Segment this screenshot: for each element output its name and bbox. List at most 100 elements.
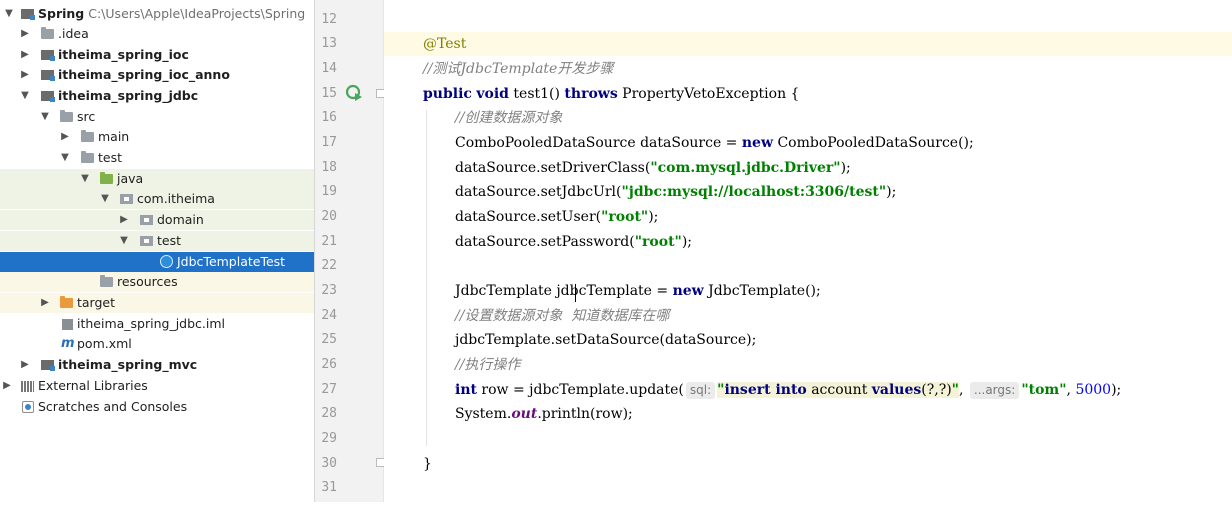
code-text: .println(row); — [537, 406, 633, 422]
code-line-30: } — [384, 452, 1232, 476]
tree-item-resources[interactable]: resources — [0, 272, 314, 292]
folder-icon — [81, 130, 94, 142]
chevron-down-icon[interactable]: ▼ — [19, 86, 31, 106]
code-text: , — [958, 382, 968, 398]
tree-item-label: java — [117, 171, 144, 186]
tree-item-jdbctemplatetest[interactable]: JdbcTemplateTest — [0, 252, 314, 272]
code-text: ); — [681, 234, 693, 250]
comment-text: //测试 — [423, 61, 461, 77]
tree-item-label: itheima_spring_jdbc.iml — [77, 316, 226, 331]
tree-item-label: External Libraries — [38, 378, 148, 393]
keyword: throws — [564, 86, 618, 102]
code-line-21: dataSource.setPassword("root"); — [384, 230, 1232, 254]
code-text: PropertyVetoException { — [617, 86, 800, 102]
tree-item-external-libraries[interactable]: ▶ External Libraries — [0, 376, 314, 396]
line-number: 18 — [321, 160, 337, 175]
tree-item-test-pkg[interactable]: ▼ test — [0, 231, 314, 251]
line-number: 24 — [321, 308, 337, 323]
tree-item-test[interactable]: ▼ test — [0, 148, 314, 168]
tree-item-ioc-anno[interactable]: ▶ itheima_spring_ioc_anno — [0, 65, 314, 85]
resources-folder-icon — [100, 275, 113, 287]
tree-item-label: itheima_spring_jdbc — [58, 88, 199, 103]
code-editor[interactable]: @Test //测试JdbcTemplate开发步骤 public void t… — [384, 0, 1232, 502]
code-text: ); — [886, 184, 897, 200]
tree-item-scratches[interactable]: Scratches and Consoles — [0, 397, 314, 417]
chevron-down-icon[interactable]: ▼ — [3, 4, 15, 24]
package-icon — [120, 194, 133, 204]
chevron-right-icon[interactable]: ▶ — [118, 210, 130, 230]
code-line-19: dataSource.setJdbcUrl("jdbc:mysql://loca… — [384, 180, 1232, 204]
folder-icon — [60, 296, 73, 308]
code-line-16: //创建数据源对象 — [384, 106, 1232, 130]
package-icon — [140, 215, 153, 225]
project-path: C:\Users\Apple\IdeaProjects\Spring — [88, 6, 306, 21]
text-caret — [575, 284, 576, 302]
chevron-right-icon[interactable]: ▶ — [19, 355, 31, 375]
tree-item-label: pom.xml — [77, 336, 132, 351]
tree-item-main[interactable]: ▶ main — [0, 127, 314, 147]
line-number: 17 — [321, 135, 337, 150]
tree-item-label: JdbcTemplateTest — [177, 254, 286, 269]
tree-item-label: test — [157, 233, 182, 248]
code-line-13: @Test — [384, 32, 1232, 56]
code-text: JdbcTemplate jdbcTemplate = — [455, 283, 673, 299]
tree-item-label: resources — [117, 274, 178, 289]
tree-item-ioc[interactable]: ▶ itheima_spring_ioc — [0, 45, 314, 65]
chevron-right-icon[interactable]: ▶ — [19, 65, 31, 85]
tree-item-com-itheima[interactable]: ▼ com.itheima — [0, 189, 314, 209]
tree-item-label: Scratches and Consoles — [38, 399, 188, 414]
annotation: @Test — [423, 36, 467, 52]
chevron-right-icon[interactable]: ▶ — [19, 45, 31, 65]
tree-item-idea[interactable]: ▶ .idea — [0, 24, 314, 44]
comment-text: //设置数据源对象 知道数据库在哪 — [455, 308, 670, 324]
tree-item-spring[interactable]: ▼ Spring C:\Users\Apple\IdeaProjects\Spri… — [0, 4, 314, 24]
chevron-down-icon[interactable]: ▼ — [39, 107, 51, 127]
chevron-right-icon[interactable]: ▶ — [59, 127, 71, 147]
run-test-icon[interactable] — [345, 84, 363, 102]
string-literal: "tom" — [1021, 382, 1067, 398]
code-text: } — [423, 456, 432, 472]
code-line-26: //执行操作 — [384, 353, 1232, 377]
chevron-down-icon[interactable]: ▼ — [79, 169, 91, 189]
folder-icon — [81, 151, 94, 163]
chevron-down-icon[interactable]: ▼ — [59, 148, 71, 168]
line-number: 16 — [321, 110, 337, 125]
comment-text: JdbcTemplate — [460, 61, 558, 77]
tree-item-label: itheima_spring_ioc — [58, 47, 189, 62]
keyword: new — [672, 283, 704, 299]
tree-item-label: test — [98, 150, 123, 165]
java-class-icon — [160, 255, 173, 268]
tree-item-label: Spring — [38, 6, 85, 21]
code-text: dataSource.setPassword( — [455, 234, 635, 250]
code-text: System. — [455, 406, 512, 422]
line-number: 12 — [321, 12, 337, 27]
code-line-15: public void test1() throws PropertyVetoE… — [384, 82, 1232, 106]
chevron-down-icon[interactable]: ▼ — [99, 189, 111, 209]
line-number: 19 — [321, 184, 337, 199]
keyword: public — [423, 86, 472, 102]
tree-item-pom[interactable]: m pom.xml — [0, 334, 314, 354]
string-literal: "root" — [601, 209, 649, 225]
tree-item-src[interactable]: ▼ src — [0, 107, 314, 127]
chevron-right-icon[interactable]: ▶ — [19, 24, 31, 44]
chevron-down-icon[interactable]: ▼ — [118, 231, 130, 251]
tree-item-java[interactable]: ▼ java — [0, 169, 314, 189]
line-number: 23 — [321, 283, 337, 298]
code-line-23: JdbcTemplate jdbcTemplate = new JdbcTemp… — [384, 279, 1232, 303]
code-line-24: //设置数据源对象 知道数据库在哪 — [384, 304, 1232, 328]
editor-gutter: 12 13 14 15 16 17 18 19 20 21 22 23 24 2… — [315, 0, 385, 502]
tree-item-jdbc[interactable]: ▼ itheima_spring_jdbc — [0, 86, 314, 106]
code-text: dataSource.setJdbcUrl( — [455, 184, 622, 200]
sql-string: "insert into account values(?,?)" — [717, 382, 959, 398]
tree-item-target[interactable]: ▶ target — [0, 293, 314, 313]
tree-item-mvc[interactable]: ▶ itheima_spring_mvc — [0, 355, 314, 375]
folder-icon — [41, 27, 54, 39]
tree-item-domain[interactable]: ▶ domain — [0, 210, 314, 230]
code-text: row = jdbcTemplate.update( — [476, 382, 684, 398]
chevron-right-icon[interactable]: ▶ — [39, 293, 51, 313]
chevron-right-icon[interactable]: ▶ — [1, 376, 13, 396]
code-text: ComboPooledDataSource dataSource = — [455, 135, 742, 151]
tree-item-label: src — [77, 109, 96, 124]
tree-item-label: .idea — [58, 26, 89, 41]
tree-item-iml[interactable]: itheima_spring_jdbc.iml — [0, 314, 314, 334]
